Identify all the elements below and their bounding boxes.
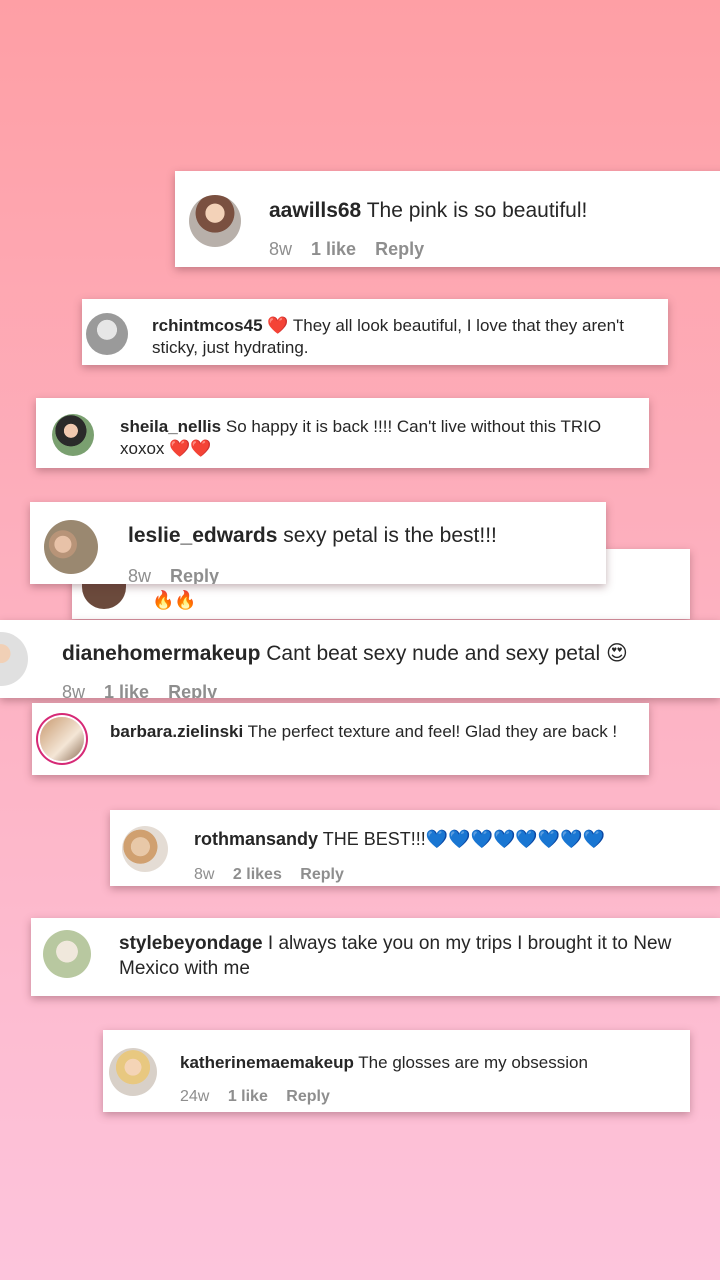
comment-card: dianehomermakeup Cant beat sexy nude and… — [0, 620, 720, 698]
comment-card: leslie_edwards sexy petal is the best!!!… — [30, 502, 606, 584]
comment-age: 8w — [194, 866, 215, 883]
comment-body: The glosses are my obsession — [358, 1053, 588, 1072]
comment-meta: 8w 1 like Reply — [62, 682, 231, 698]
avatar[interactable] — [122, 826, 168, 872]
comment-body: The pink is so beautiful! — [366, 199, 588, 222]
username[interactable]: rothmansandy — [194, 829, 318, 849]
comment-text: rchintmcos45 ❤️ They all look beautiful,… — [152, 315, 657, 359]
avatar[interactable] — [189, 195, 241, 247]
comment-age: 8w — [269, 239, 293, 259]
username[interactable]: katherinemaemakeup — [180, 1053, 354, 1072]
comment-text: dianehomermakeup Cant beat sexy nude and… — [62, 640, 720, 667]
username[interactable]: stylebeyondage — [119, 933, 263, 954]
avatar[interactable] — [0, 632, 28, 686]
avatar[interactable] — [52, 414, 94, 456]
comment-meta: 8w 2 likes Reply — [194, 866, 358, 884]
comment-text: katherinemaemakeup The glosses are my ob… — [180, 1052, 588, 1074]
comment-body: Cant beat sexy nude and sexy petal 😍 — [266, 642, 628, 665]
username[interactable]: sheila_nellis — [120, 417, 221, 436]
comment-card: barbara.zielinski The perfect texture an… — [32, 703, 649, 775]
comment-age: 8w — [128, 566, 152, 584]
comment-card: rchintmcos45 ❤️ They all look beautiful,… — [82, 299, 668, 365]
comment-meta: 8w Reply — [128, 566, 233, 584]
reply-button[interactable]: Reply — [300, 866, 344, 883]
comment-text: aawills68 The pink is so beautiful! — [269, 197, 587, 224]
likes-count[interactable]: 1 like — [311, 239, 356, 259]
comment-meta: 24w 1 like Reply — [180, 1088, 344, 1106]
username[interactable]: aawills68 — [269, 199, 361, 222]
comment-meta: 8w 1 like Reply — [269, 239, 438, 260]
comment-card: rothmansandy THE BEST!!!💙💙💙💙💙💙💙💙 8w 2 li… — [110, 810, 720, 886]
comment-body: 🔥🔥 — [152, 590, 197, 610]
likes-count[interactable]: 2 likes — [233, 866, 282, 883]
comment-text: barbara.zielinski The perfect texture an… — [110, 721, 642, 743]
likes-count[interactable]: 1 like — [228, 1088, 268, 1105]
avatar[interactable] — [109, 1048, 157, 1096]
avatar[interactable] — [86, 313, 128, 355]
username[interactable]: leslie_edwards — [128, 524, 277, 547]
avatar[interactable] — [44, 520, 98, 574]
comment-text: leslie_edwards sexy petal is the best!!! — [128, 522, 497, 549]
avatar[interactable] — [40, 717, 84, 761]
username[interactable]: barbara.zielinski — [110, 722, 243, 741]
comment-text: rothmansandy THE BEST!!!💙💙💙💙💙💙💙💙 — [194, 828, 605, 851]
avatar[interactable] — [43, 930, 91, 978]
username[interactable]: dianehomermakeup — [62, 642, 260, 665]
reply-button[interactable]: Reply — [168, 682, 217, 698]
reply-button[interactable]: Reply — [375, 239, 424, 259]
comment-card: aawills68 The pink is so beautiful! 8w 1… — [175, 171, 720, 267]
comment-text: sheila_nellis So happy it is back !!!! C… — [120, 416, 640, 460]
username[interactable]: rchintmcos45 — [152, 316, 263, 335]
likes-count[interactable]: 1 like — [104, 682, 149, 698]
reply-button[interactable]: Reply — [286, 1088, 330, 1105]
comment-body: The perfect texture and feel! Glad they … — [247, 722, 618, 741]
comment-body: THE BEST!!!💙💙💙💙💙💙💙💙 — [322, 829, 606, 849]
comment-card: katherinemaemakeup The glosses are my ob… — [103, 1030, 690, 1112]
comment-card: sheila_nellis So happy it is back !!!! C… — [36, 398, 649, 468]
comment-age: 8w — [62, 682, 86, 698]
comment-card: stylebeyondage I always take you on my t… — [31, 918, 720, 996]
reply-button[interactable]: Reply — [170, 566, 219, 584]
comment-age: 24w — [180, 1088, 210, 1105]
comment-text: stylebeyondage I always take you on my t… — [119, 932, 715, 981]
comment-body: sexy petal is the best!!! — [283, 524, 497, 547]
